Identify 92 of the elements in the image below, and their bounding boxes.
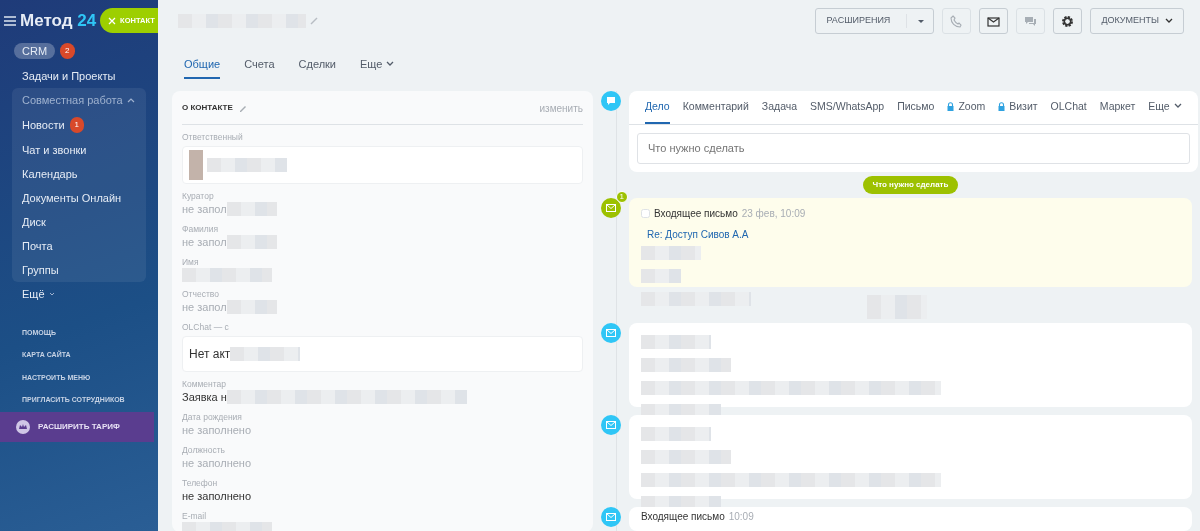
field-label: OLChat — с bbox=[182, 321, 230, 333]
blurred-text bbox=[226, 235, 277, 249]
count-badge: 1 bbox=[615, 190, 628, 203]
tab[interactable]: Общие bbox=[184, 52, 221, 79]
blurred-text bbox=[641, 268, 681, 283]
field-label: Комментар bbox=[182, 378, 228, 390]
close-icon bbox=[108, 16, 117, 25]
task-input[interactable]: Что нужно сделать bbox=[637, 133, 1190, 164]
crown-icon bbox=[16, 419, 30, 434]
tab[interactable]: OLChat bbox=[1050, 90, 1087, 125]
activity-time: 23 фев, 10:09 bbox=[741, 206, 806, 221]
mail-icon bbox=[606, 328, 616, 337]
lock-icon bbox=[947, 101, 955, 111]
chevron-down-icon[interactable] bbox=[48, 291, 55, 296]
chevron-up-icon[interactable] bbox=[126, 96, 135, 103]
field-value: не запол bbox=[182, 201, 227, 217]
tab[interactable]: Маркет bbox=[1099, 90, 1136, 125]
lock-icon bbox=[998, 101, 1006, 111]
blurred-text bbox=[230, 346, 301, 361]
caret-icon bbox=[917, 18, 926, 24]
blurred-text bbox=[641, 245, 701, 260]
field-label: Дата рождения bbox=[182, 411, 243, 423]
field-value: Нет акт bbox=[189, 345, 231, 363]
activity-title: Входящее письмо bbox=[641, 509, 725, 523]
tab[interactable]: Счета bbox=[244, 52, 275, 79]
gear-button[interactable] bbox=[1053, 8, 1083, 34]
upgrade-banner[interactable]: РАСШИРИТЬ ТАРИФ bbox=[0, 411, 154, 442]
chat-icon bbox=[1024, 14, 1038, 28]
menu-item[interactable]: Документы Онлайн bbox=[22, 190, 122, 205]
field-label: E-mail bbox=[182, 510, 208, 522]
settings-icon bbox=[1061, 14, 1075, 28]
subject-link[interactable]: Re: Доступ Сивов А.А bbox=[647, 226, 1180, 242]
mail-icon bbox=[606, 203, 616, 212]
field-label: Телефон bbox=[182, 477, 219, 489]
phone-icon bbox=[950, 14, 964, 28]
menu-item[interactable]: Группы bbox=[22, 262, 59, 277]
field-value: не запол bbox=[182, 299, 227, 315]
mail-icon bbox=[606, 420, 616, 429]
checkbox[interactable] bbox=[641, 208, 650, 218]
count-badge: 2 bbox=[60, 42, 75, 59]
field-label: Ответственный bbox=[182, 131, 244, 143]
tab[interactable]: Zoom bbox=[947, 90, 986, 125]
mail-icon bbox=[606, 512, 616, 521]
documents-button[interactable]: ДОКУМЕНТЫ bbox=[1090, 8, 1184, 34]
menu-item[interactable]: Новости bbox=[22, 117, 65, 132]
field-label: Фамилия bbox=[182, 223, 220, 235]
blurred-text bbox=[226, 300, 277, 314]
menu-item[interactable]: Календарь bbox=[22, 166, 78, 181]
tab[interactable]: Еще bbox=[360, 52, 395, 79]
menu-item[interactable]: Ещё bbox=[22, 286, 45, 301]
field-label: Имя bbox=[182, 256, 200, 268]
extensions-button[interactable]: РАСШИРЕНИЯ bbox=[815, 8, 935, 34]
tab[interactable]: SMS/WhatsApp bbox=[810, 90, 885, 125]
activity-time: 10:09 bbox=[728, 509, 754, 523]
tab[interactable]: Задача bbox=[761, 90, 798, 125]
tab[interactable]: Визит bbox=[998, 90, 1038, 125]
tab[interactable]: Сделки bbox=[298, 52, 336, 79]
tab[interactable]: Дело bbox=[645, 90, 670, 125]
menu-item[interactable]: Чат и звонки bbox=[22, 142, 87, 157]
card-title: О КОНТАКТЕ bbox=[182, 102, 233, 114]
field-label: Куратор bbox=[182, 190, 215, 202]
field-value: не заполнено bbox=[182, 422, 252, 438]
chat-field[interactable]: Нет акт bbox=[182, 335, 583, 372]
field-value: не запол bbox=[182, 234, 227, 250]
blurred-text bbox=[226, 202, 277, 216]
count-badge: 1 bbox=[69, 116, 85, 133]
blurred-text bbox=[641, 334, 711, 349]
tab[interactable]: Письмо bbox=[897, 90, 935, 125]
field-label: Должность bbox=[182, 444, 227, 456]
menu-item[interactable]: Задачи и Проекты bbox=[0, 63, 158, 88]
tab[interactable]: Еще bbox=[1148, 90, 1182, 125]
avatar bbox=[189, 149, 203, 180]
pencil-icon[interactable] bbox=[238, 104, 247, 112]
logo[interactable]: Метод 24 bbox=[20, 8, 97, 34]
menu-item[interactable]: Диск bbox=[22, 214, 46, 229]
link-icon[interactable] bbox=[310, 17, 318, 25]
menu-group-header[interactable]: Совместная работа bbox=[22, 92, 123, 107]
blurred-text bbox=[641, 426, 711, 441]
field-value: Заявка н bbox=[182, 389, 227, 405]
activity-title: Входящее письмо bbox=[654, 206, 738, 221]
field-label: Отчество bbox=[182, 288, 220, 300]
menu-icon[interactable] bbox=[4, 15, 16, 26]
field-value: не заполнено bbox=[182, 455, 252, 471]
mail-button[interactable] bbox=[979, 8, 1009, 34]
mail-icon bbox=[987, 14, 1001, 28]
field-value: не заполнено bbox=[182, 488, 252, 504]
responsible-field[interactable] bbox=[182, 145, 583, 184]
tab[interactable]: Комментарий bbox=[682, 90, 749, 125]
section-label: Что нужно сделать bbox=[862, 175, 959, 194]
menu-item[interactable]: Почта bbox=[22, 238, 53, 253]
chat-icon bbox=[606, 95, 616, 106]
chevron-down-icon bbox=[1165, 18, 1173, 24]
